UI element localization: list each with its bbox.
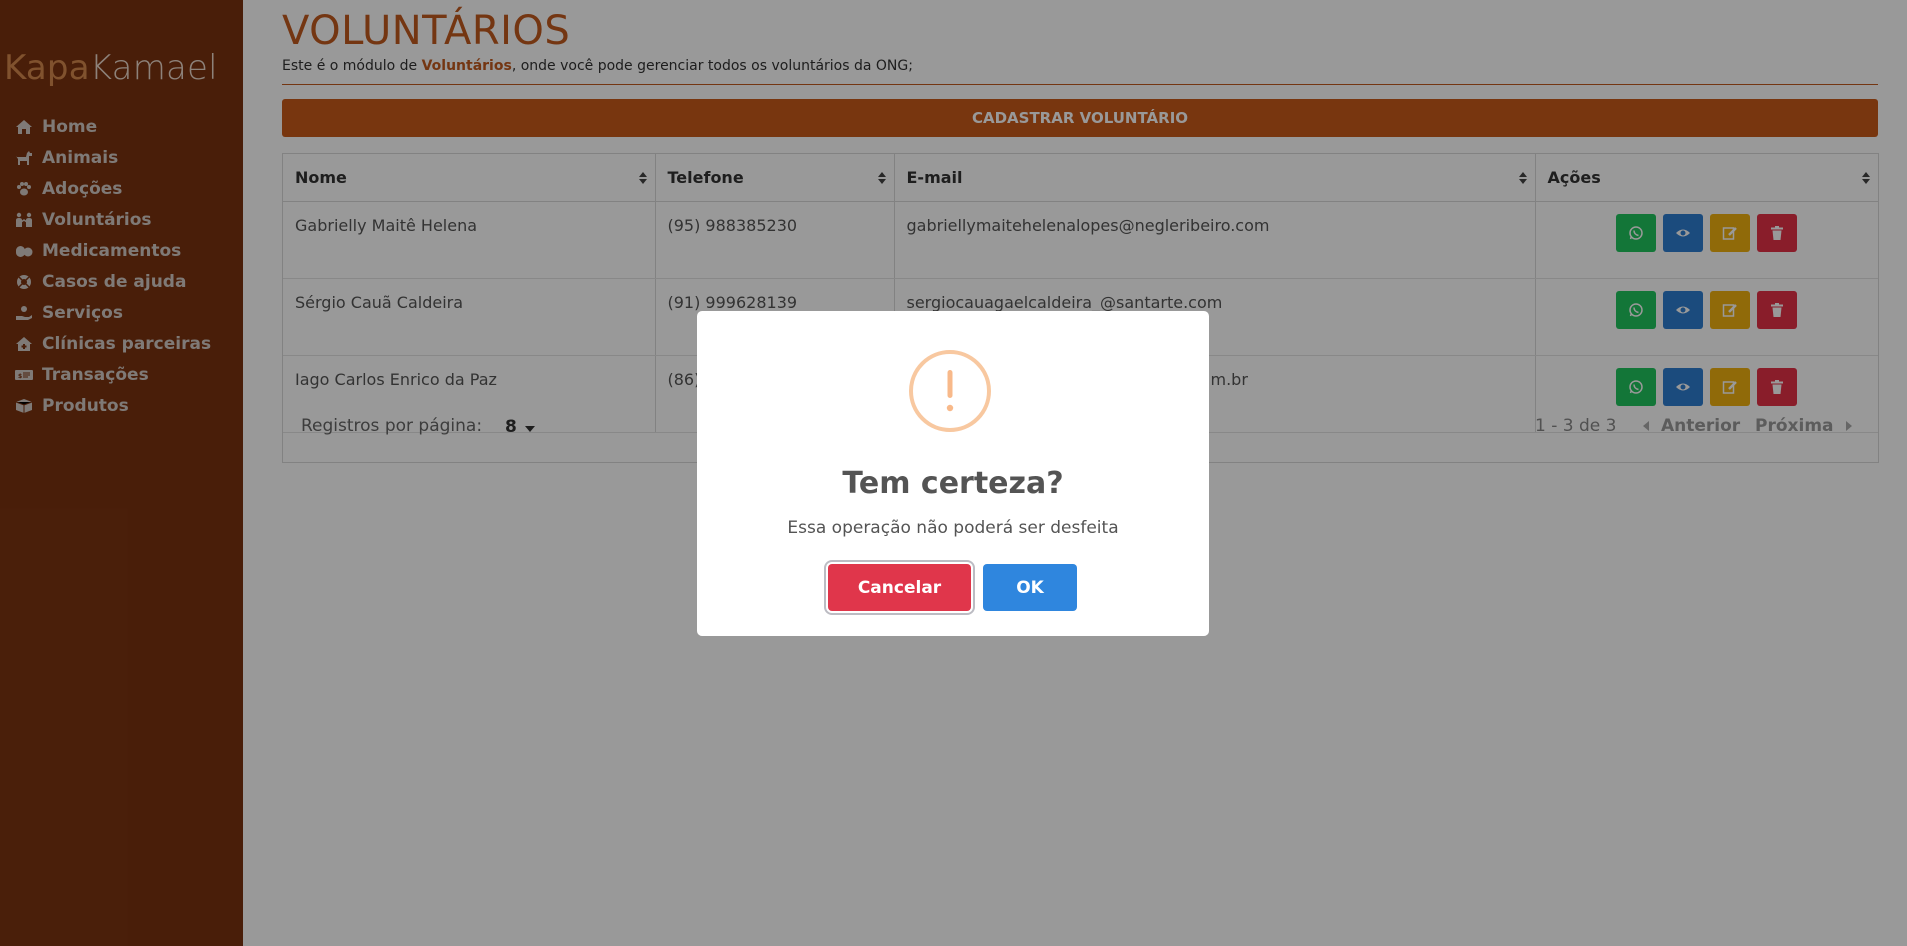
cancel-button[interactable]: Cancelar bbox=[828, 564, 971, 611]
exclamation-icon bbox=[909, 350, 991, 432]
confirm-dialog: Tem certeza? Essa operação não poderá se… bbox=[697, 311, 1209, 636]
ok-button[interactable]: OK bbox=[983, 564, 1077, 611]
dialog-message: Essa operação não poderá ser desfeita bbox=[787, 518, 1119, 538]
modal-backdrop[interactable]: Tem certeza? Essa operação não poderá se… bbox=[0, 0, 1907, 946]
dialog-title: Tem certeza? bbox=[842, 466, 1064, 501]
